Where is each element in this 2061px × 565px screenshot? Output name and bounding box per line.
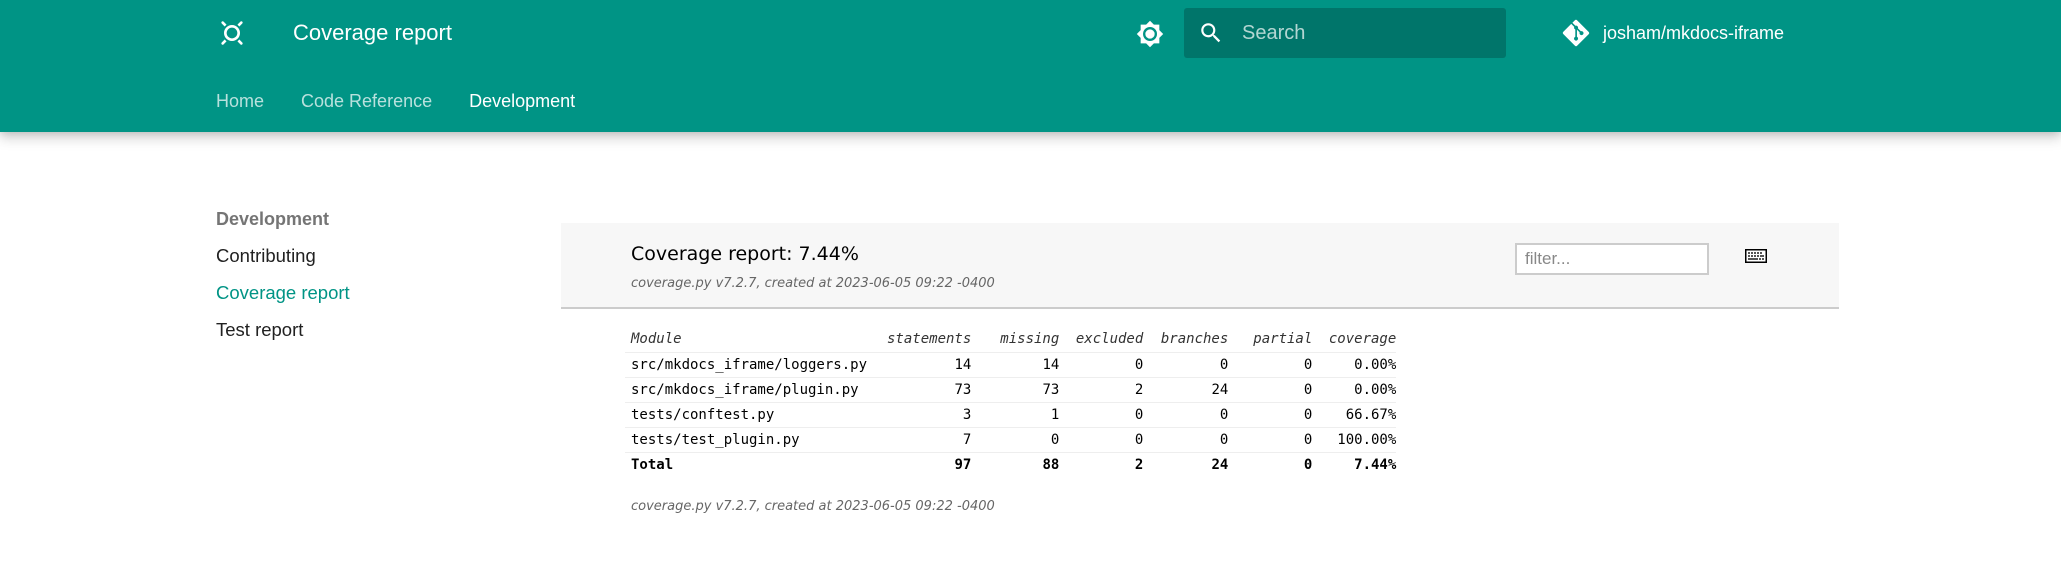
nav-item-coverage-report[interactable]: Coverage report bbox=[216, 278, 350, 308]
total-partial: 0 bbox=[1303, 456, 1313, 473]
total-row: Total 97 88 2 24 0 7.44% bbox=[625, 452, 1396, 477]
table-row: src/mkdocs_iframe/plugin.py 73 73 2 24 0… bbox=[625, 377, 1397, 403]
missing-cell: 0 bbox=[971, 427, 1060, 453]
git-icon bbox=[1562, 19, 1590, 47]
missing-cell: 1 bbox=[971, 402, 1060, 428]
total-coverage: 7.44% bbox=[1354, 456, 1397, 473]
table-header-row: Module statements missing excluded branc… bbox=[625, 326, 1397, 353]
nav-item-test-report[interactable]: Test report bbox=[216, 315, 350, 345]
module-link[interactable]: tests/test_plugin.py bbox=[631, 432, 800, 448]
search-input[interactable] bbox=[1242, 8, 1492, 58]
tabs: Home Code Reference Development bbox=[216, 86, 612, 116]
column-header-missing[interactable]: missing bbox=[971, 326, 1060, 353]
total-statements: 97 bbox=[954, 456, 972, 473]
coverage-footer: coverage.py v7.2.7, created at 2023-06-0… bbox=[631, 499, 995, 514]
column-header-partial[interactable]: partial bbox=[1228, 326, 1313, 353]
coverage-cell: 66.67% bbox=[1312, 402, 1397, 428]
module-link[interactable]: tests/conftest.py bbox=[631, 407, 774, 423]
excluded-cell: 2 bbox=[1059, 377, 1144, 403]
coverage-table: Module statements missing excluded branc… bbox=[625, 326, 1397, 477]
partial-cell: 0 bbox=[1228, 427, 1313, 453]
total-excluded: 2 bbox=[1134, 456, 1144, 473]
header: Coverage report josham/mkdocs-iframe Hom… bbox=[0, 0, 2061, 132]
branches-cell: 0 bbox=[1143, 352, 1229, 378]
nav-item-contributing[interactable]: Contributing bbox=[216, 241, 350, 271]
statements-cell: 7 bbox=[875, 427, 972, 453]
module-cell: src/mkdocs_iframe/loggers.py bbox=[625, 352, 875, 378]
branches-cell: 24 bbox=[1143, 377, 1229, 403]
coverage-cell: 100.00% bbox=[1312, 427, 1397, 453]
partial-cell: 0 bbox=[1228, 402, 1313, 428]
column-header-excluded[interactable]: excluded bbox=[1059, 326, 1144, 353]
table-row: src/mkdocs_iframe/loggers.py 14 14 0 0 0… bbox=[625, 352, 1397, 378]
coverage-title: Coverage report: 7.44% bbox=[631, 243, 859, 265]
column-header-coverage[interactable]: coverage bbox=[1312, 326, 1397, 353]
module-cell: src/mkdocs_iframe/plugin.py bbox=[625, 377, 875, 403]
module-link[interactable]: src/mkdocs_iframe/plugin.py bbox=[631, 382, 859, 398]
statements-cell: 3 bbox=[875, 402, 972, 428]
coverage-meta: coverage.py v7.2.7, created at 2023-06-0… bbox=[631, 276, 995, 291]
search-icon bbox=[1201, 23, 1221, 43]
module-cell: tests/conftest.py bbox=[625, 402, 875, 428]
excluded-cell: 0 bbox=[1059, 352, 1144, 378]
total-branches: 24 bbox=[1211, 456, 1229, 473]
keyboard-icon[interactable] bbox=[1745, 249, 1767, 263]
brightness-icon[interactable] bbox=[1136, 20, 1164, 48]
statements-cell: 73 bbox=[875, 377, 972, 403]
missing-cell: 14 bbox=[971, 352, 1060, 378]
module-link[interactable]: src/mkdocs_iframe/loggers.py bbox=[631, 357, 867, 373]
tab-code-reference[interactable]: Code Reference bbox=[301, 86, 432, 116]
column-header-statements[interactable]: statements bbox=[875, 326, 972, 353]
column-header-module[interactable]: Module bbox=[625, 326, 875, 353]
nav-section-title: Development bbox=[216, 209, 330, 229]
coverage-cell: 0.00% bbox=[1312, 352, 1397, 378]
partial-cell: 0 bbox=[1228, 377, 1313, 403]
total-missing: 88 bbox=[1042, 456, 1060, 473]
search-box[interactable] bbox=[1184, 8, 1506, 58]
repo-name: josham/mkdocs-iframe bbox=[1603, 22, 1785, 43]
module-cell: tests/test_plugin.py bbox=[625, 427, 875, 453]
partial-cell: 0 bbox=[1228, 352, 1313, 378]
sidebar-nav: Development Contributing Coverage report… bbox=[216, 204, 350, 352]
tab-development[interactable]: Development bbox=[469, 86, 575, 116]
branches-cell: 0 bbox=[1143, 402, 1229, 428]
coverage-header: Coverage report: 7.44% coverage.py v7.2.… bbox=[561, 223, 1839, 309]
table-row: tests/conftest.py 3 1 0 0 0 66.67% bbox=[625, 402, 1397, 428]
excluded-cell: 0 bbox=[1059, 427, 1144, 453]
total-label: Total bbox=[631, 456, 674, 473]
statements-cell: 14 bbox=[875, 352, 972, 378]
filter-input[interactable] bbox=[1515, 243, 1709, 275]
table-row: tests/test_plugin.py 7 0 0 0 0 100.00% bbox=[625, 427, 1397, 453]
branches-cell: 0 bbox=[1143, 427, 1229, 453]
repo-link[interactable]: josham/mkdocs-iframe bbox=[1561, 16, 1784, 50]
excluded-cell: 0 bbox=[1059, 402, 1144, 428]
missing-cell: 73 bbox=[971, 377, 1060, 403]
column-header-branches[interactable]: branches bbox=[1143, 326, 1229, 353]
coverage-cell: 0.00% bbox=[1312, 377, 1397, 403]
site-title: Coverage report bbox=[293, 20, 452, 45]
material-logo-icon[interactable] bbox=[216, 17, 248, 49]
tab-home[interactable]: Home bbox=[216, 86, 264, 116]
